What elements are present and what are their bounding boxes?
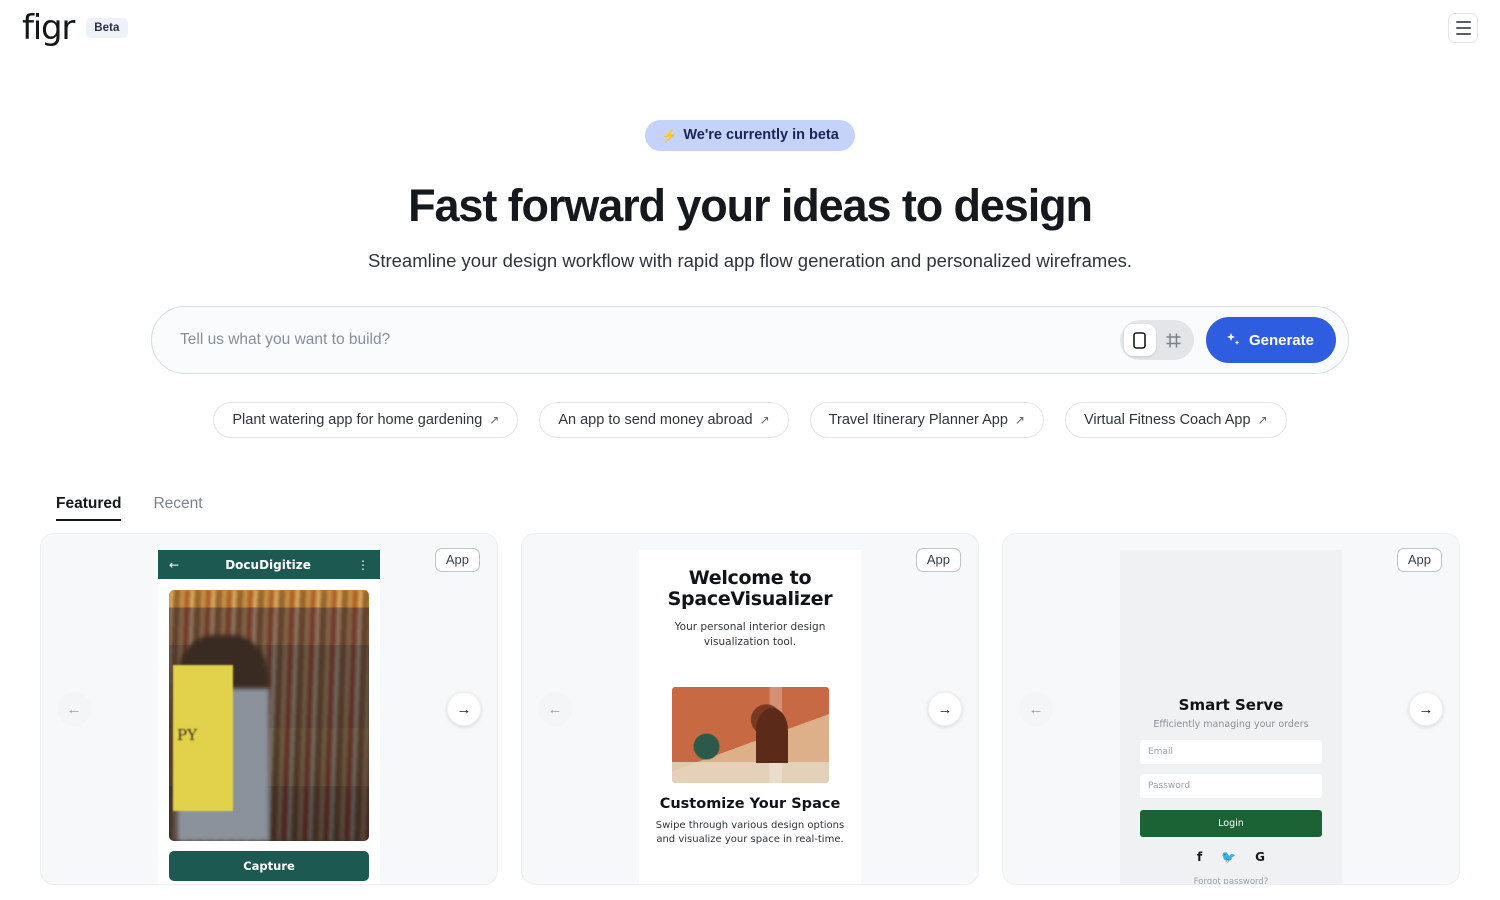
preview-login-button[interactable]: Login [1140, 810, 1322, 837]
page-subtitle: Streamline your design workflow with rap… [367, 250, 1133, 271]
arrow-up-right-icon: ↗ [1014, 413, 1025, 427]
preview-photo-library: PY [169, 590, 369, 841]
frame-grid-icon[interactable] [1158, 324, 1190, 356]
beta-announcement-pill: ⚡ We're currently in beta [645, 120, 855, 151]
beta-announcement-text: We're currently in beta [683, 127, 839, 143]
arrow-up-right-icon: ↗ [1257, 413, 1268, 427]
mobile-phone-icon[interactable] [1123, 324, 1156, 356]
preview-welcome-subtitle: Your personal interior design visualizat… [674, 620, 826, 648]
preview-section-title: Customize Your Space [659, 795, 841, 812]
carousel-prev-button[interactable]: ← [57, 692, 91, 726]
gallery-tabs: Featured Recent [56, 495, 1500, 521]
preview-capture-button[interactable]: Capture [169, 851, 369, 881]
search-input[interactable] [180, 307, 1120, 373]
preview-app-title: DocuDigitize [225, 557, 311, 572]
carousel-next-button[interactable]: → [447, 692, 481, 726]
arrow-up-right-icon: ↗ [489, 413, 500, 427]
suggestion-label: Travel Itinerary Planner App [828, 412, 1008, 428]
menu-line [1455, 21, 1471, 24]
beta-badge: Beta [86, 18, 128, 38]
suggestion-chip-travel-planner[interactable]: Travel Itinerary Planner App ↗ [809, 402, 1044, 438]
preview-email-field[interactable]: Email [1140, 740, 1322, 764]
gallery-card-smartserve[interactable]: App ← → Smart Serve Efficiently managing… [1002, 533, 1460, 885]
sparkles-icon [1226, 333, 1240, 345]
gallery-cards: App ← → ← DocuDigitize ⋮ PY Capture App … [40, 533, 1460, 885]
brand[interactable]: figr Beta [22, 11, 128, 45]
preview-login-subtitle: Efficiently managing your orders [1153, 719, 1309, 730]
preview-photo-interior [671, 686, 829, 783]
carousel-next-button[interactable]: → [1409, 692, 1443, 726]
google-icon[interactable]: G [1255, 850, 1265, 864]
preview-section-description: Swipe through various design options and… [655, 819, 845, 846]
hamburger-menu-icon[interactable] [1448, 13, 1478, 43]
suggestion-label: Virtual Fitness Coach App [1083, 412, 1251, 428]
gallery-card-spacevisualizer[interactable]: App ← → Welcome to SpaceVisualizer Your … [521, 533, 979, 885]
card-type-badge: App [434, 548, 480, 572]
carousel-next-button[interactable]: → [928, 692, 962, 726]
phone-preview: ← DocuDigitize ⋮ PY Capture [158, 550, 380, 884]
preview-login-title: Smart Serve [1178, 696, 1284, 714]
output-mode-toggle[interactable] [1119, 320, 1194, 360]
tab-recent[interactable]: Recent [153, 495, 202, 521]
menu-line [1455, 27, 1471, 29]
photo-book-shape: PY [173, 665, 233, 811]
preview-login-screen: Smart Serve Efficiently managing your or… [1120, 550, 1342, 884]
suggestion-label: An app to send money abroad [558, 412, 753, 428]
app-header: figr Beta [0, 0, 1500, 56]
facebook-icon[interactable]: f [1197, 850, 1202, 864]
preview-password-field[interactable]: Password [1140, 774, 1322, 798]
generate-button[interactable]: Generate [1205, 317, 1336, 363]
kebab-menu-icon[interactable]: ⋮ [357, 558, 369, 572]
figr-logo: figr [22, 8, 75, 48]
tab-featured[interactable]: Featured [56, 495, 122, 521]
carousel-prev-button[interactable]: ← [1019, 692, 1053, 726]
prompt-search-bar[interactable]: Generate [151, 306, 1349, 374]
preview-app-bar: ← DocuDigitize ⋮ [158, 550, 380, 579]
preview-social-logins: f 🐦 G [1140, 850, 1322, 864]
suggestion-chips: Plant watering app for home gardening ↗ … [0, 402, 1500, 438]
arrow-left-icon[interactable]: ← [169, 558, 179, 572]
phone-preview: Smart Serve Efficiently managing your or… [1120, 550, 1342, 884]
gallery-card-docudigitize[interactable]: App ← → ← DocuDigitize ⋮ PY Capture [40, 533, 498, 885]
generate-button-label: Generate [1248, 331, 1314, 349]
suggestion-label: Plant watering app for home gardening [232, 412, 483, 428]
menu-line [1455, 32, 1471, 35]
preview-welcome-screen: Welcome to SpaceVisualizer Your personal… [639, 550, 861, 848]
arrow-up-right-icon: ↗ [759, 413, 770, 427]
preview-welcome-title: Welcome to SpaceVisualizer [667, 567, 833, 610]
preview-forgot-password-link[interactable]: Forgot password? [1140, 877, 1322, 884]
suggestion-chip-send-money[interactable]: An app to send money abroad ↗ [539, 402, 789, 438]
suggestion-chip-fitness-coach[interactable]: Virtual Fitness Coach App ↗ [1064, 402, 1287, 438]
hero-section: ⚡ We're currently in beta Fast forward y… [0, 56, 1500, 438]
card-type-badge: App [915, 548, 961, 572]
suggestion-chip-plant-watering[interactable]: Plant watering app for home gardening ↗ [213, 402, 519, 438]
bolt-icon: ⚡ [661, 127, 678, 143]
twitter-icon[interactable]: 🐦 [1221, 850, 1236, 864]
phone-preview: Welcome to SpaceVisualizer Your personal… [639, 550, 861, 884]
carousel-prev-button[interactable]: ← [538, 692, 572, 726]
card-type-badge: App [1396, 548, 1442, 572]
page-title: Fast forward your ideas to design [408, 180, 1093, 231]
photo-arch-shape [756, 707, 788, 764]
